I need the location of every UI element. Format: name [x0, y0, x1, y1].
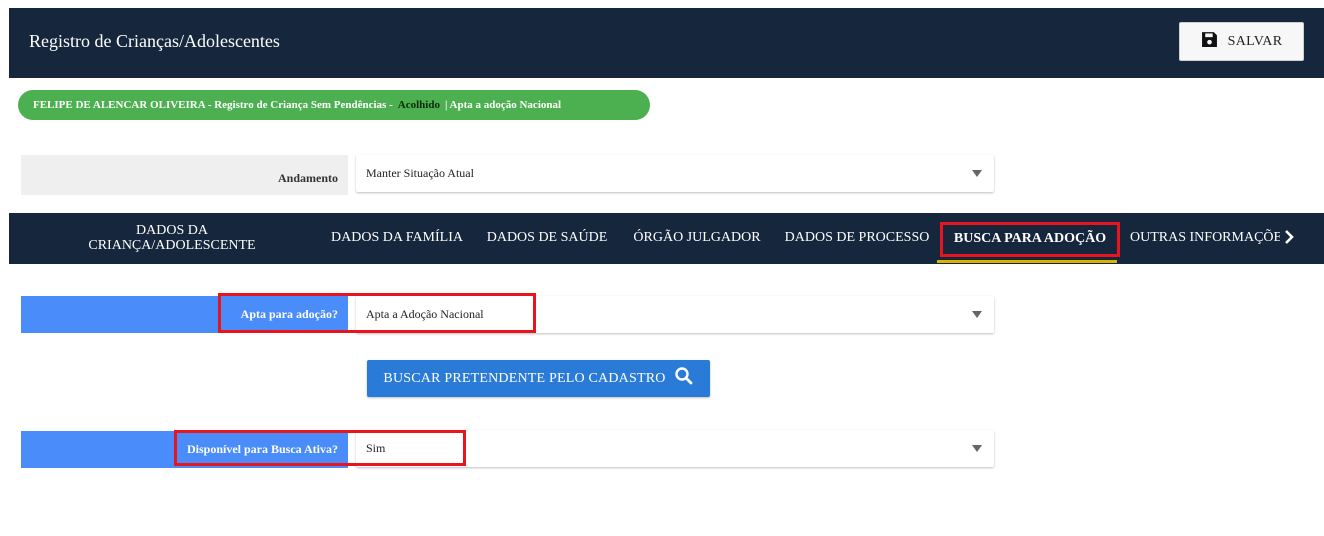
chevron-down-icon: [972, 170, 982, 177]
status-prefix: FELIPE DE ALENCAR OLIVEIRA - Registro de…: [33, 99, 393, 111]
buscar-pretendente-button[interactable]: BUSCAR PRETENDENTE PELO CADASTRO: [367, 360, 710, 397]
tab-label: CRIANÇA/ADOLESCENTE: [88, 237, 256, 253]
busca-ativa-value: Sim: [366, 441, 386, 455]
tab-label: OUTRAS INFORMAÇÕE: [1130, 230, 1280, 246]
apta-adocao-label: Apta para adoção?: [21, 296, 348, 333]
tab-dados-crianca[interactable]: DADOS DA CRIANÇA/ADOLESCENTE: [87, 213, 257, 264]
status-badge: FELIPE DE ALENCAR OLIVEIRA - Registro de…: [18, 90, 650, 120]
tab-label: ÓRGÃO JULGADOR: [633, 230, 761, 246]
buscar-button-label: BUSCAR PRETENDENTE PELO CADASTRO: [383, 370, 666, 386]
tab-dados-processo[interactable]: DADOS DE PROCESSO: [782, 213, 932, 264]
floppy-disk-icon: [1201, 31, 1218, 53]
tab-orgao-julgador[interactable]: ÓRGÃO JULGADOR: [627, 213, 767, 264]
busca-ativa-select[interactable]: Sim: [356, 430, 994, 467]
tab-label: BUSCA PARA ADOÇÃO: [953, 231, 1107, 247]
tab-label: DADOS DE PROCESSO: [784, 230, 930, 246]
andamento-select[interactable]: Manter Situação Atual: [356, 155, 994, 192]
top-header: Registro de Crianças/Adolescentes SALVAR: [9, 8, 1324, 78]
tab-busca-adocao[interactable]: BUSCA PARA ADOÇÃO: [940, 222, 1120, 257]
chevron-down-icon: [972, 311, 982, 318]
tab-dados-saude[interactable]: DADOS DE SAÚDE: [483, 213, 611, 264]
tab-label: DADOS DA: [136, 222, 208, 238]
tab-outras-informacoes[interactable]: OUTRAS INFORMAÇÕE: [1130, 213, 1280, 264]
tab-label: DADOS DA FAMÍLIA: [331, 230, 463, 246]
status-suffix: | Apta a adoção Nacional: [444, 99, 562, 111]
apta-adocao-value: Apta a Adoção Nacional: [366, 307, 484, 321]
chevron-right-icon[interactable]: [1283, 229, 1295, 250]
chevron-down-icon: [972, 445, 982, 452]
search-icon: [674, 366, 694, 391]
busca-ativa-label: Disponível para Busca Ativa?: [21, 431, 348, 468]
tab-dados-familia[interactable]: DADOS DA FAMÍLIA: [326, 213, 468, 264]
tab-label: DADOS DE SAÚDE: [486, 230, 608, 246]
status-state: Acolhido: [397, 99, 440, 111]
andamento-label: Andamento: [21, 155, 348, 195]
page-title: Registro de Crianças/Adolescentes: [29, 31, 280, 51]
andamento-value: Manter Situação Atual: [366, 166, 474, 180]
active-tab-indicator: [937, 260, 1117, 263]
tab-bar: DADOS DA CRIANÇA/ADOLESCENTE DADOS DA FA…: [9, 213, 1324, 264]
save-button-label: SALVAR: [1227, 33, 1283, 49]
save-button[interactable]: SALVAR: [1179, 22, 1304, 61]
apta-adocao-select[interactable]: Apta a Adoção Nacional: [356, 296, 994, 333]
